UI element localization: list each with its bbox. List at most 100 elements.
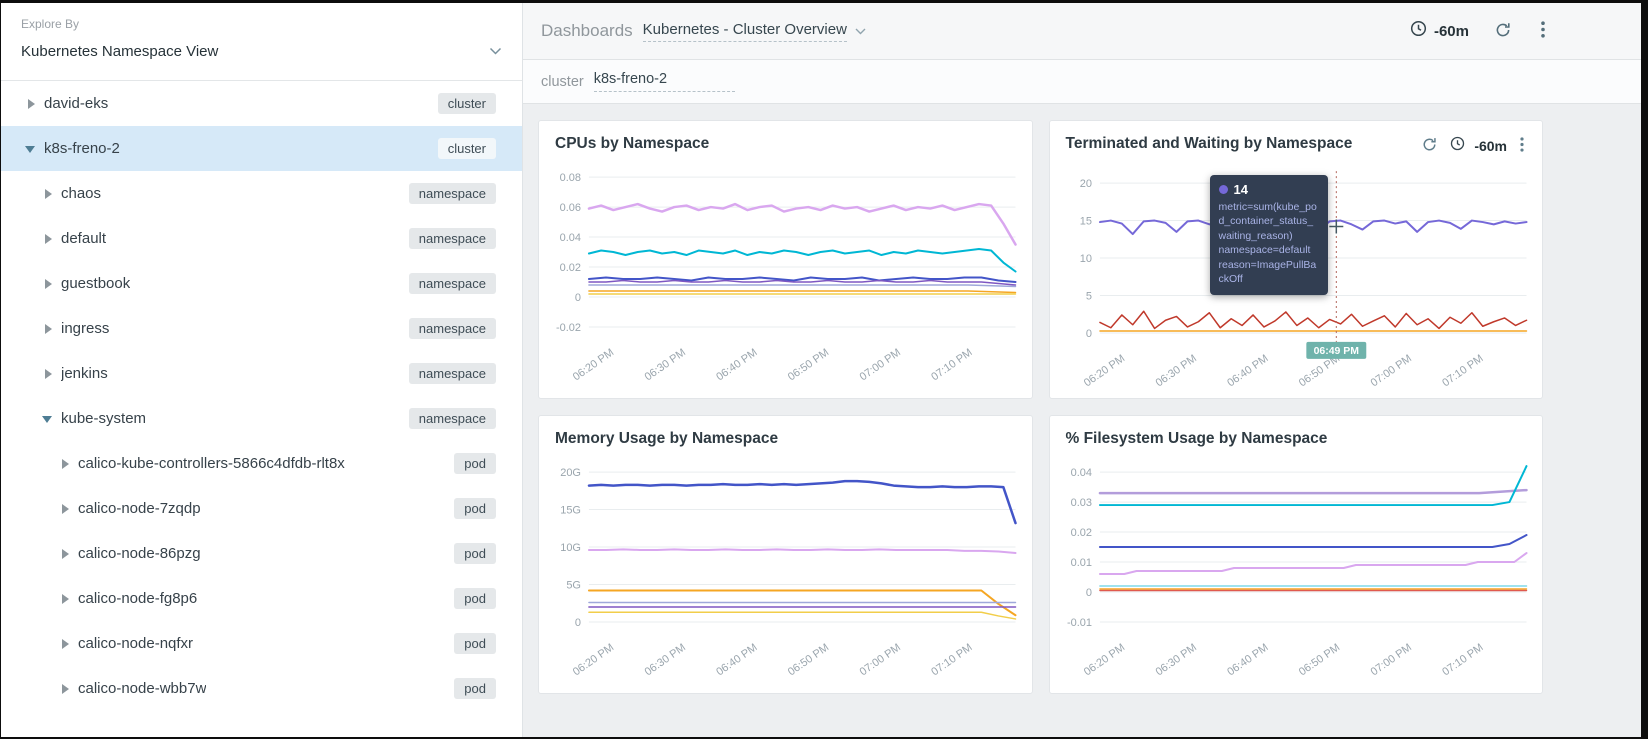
svg-text:06:30 PM: 06:30 PM: [643, 347, 688, 384]
tree-row-kube-system[interactable]: kube-systemnamespace: [1, 396, 522, 441]
svg-text:0: 0: [575, 617, 581, 629]
clock-icon: [1410, 20, 1427, 42]
tree-item-label: guestbook: [61, 275, 130, 292]
type-badge: namespace: [409, 228, 496, 249]
tree-row-ingress[interactable]: ingressnamespace: [1, 306, 522, 351]
svg-text:0.01: 0.01: [1070, 557, 1091, 569]
panel-cpus-by-namespace: CPUs by Namespace 0.080.060.040.020-0.02…: [538, 120, 1033, 399]
svg-text:06:20 PM: 06:20 PM: [571, 642, 616, 679]
svg-text:0.04: 0.04: [1070, 467, 1091, 479]
tree-item-label: calico-kube-controllers-5866c4dfdb-rlt8x: [78, 455, 345, 472]
kebab-menu-button[interactable]: [1537, 17, 1549, 45]
type-badge: cluster: [438, 93, 496, 114]
tree-row-guestbook[interactable]: guestbook namespace: [1, 261, 522, 306]
panel-title: % Filesystem Usage by Namespace: [1066, 430, 1328, 448]
tree-row-calico-kube-controllers-5866c4dfdb-rlt8x[interactable]: calico-kube-controllers-5866c4dfdb-rlt8x…: [1, 441, 522, 486]
expand-arrow-icon[interactable]: [42, 278, 54, 290]
type-badge: pod: [454, 498, 496, 519]
tree-item-label: default: [61, 230, 106, 247]
expand-arrow-icon[interactable]: [42, 368, 54, 380]
expand-arrow-icon[interactable]: [59, 638, 71, 650]
svg-text:0.02: 0.02: [560, 262, 581, 274]
tree-item-label: calico-node-nqfxr: [78, 635, 193, 652]
series-color-dot: [1219, 185, 1228, 194]
expand-arrow-icon[interactable]: [59, 683, 71, 695]
tooltip-header: 14: [1219, 182, 1319, 197]
type-badge: namespace: [409, 273, 496, 294]
svg-text:06:30 PM: 06:30 PM: [1153, 642, 1198, 679]
svg-text:15G: 15G: [560, 505, 581, 517]
type-badge: namespace: [409, 363, 496, 384]
expand-arrow-icon[interactable]: [59, 548, 71, 560]
svg-text:07:10 PM: 07:10 PM: [1440, 353, 1485, 390]
expand-arrow-icon[interactable]: [59, 458, 71, 470]
svg-text:07:00 PM: 07:00 PM: [858, 347, 903, 384]
panel-header: CPUs by Namespace: [539, 121, 1032, 153]
scope-key-label: cluster: [541, 74, 584, 90]
main-content: Dashboards Kubernetes - Cluster Overview…: [523, 3, 1641, 737]
panel-header: % Filesystem Usage by Namespace: [1050, 416, 1543, 448]
panel-header: Memory Usage by Namespace: [539, 416, 1032, 448]
svg-text:06:50 PM: 06:50 PM: [786, 642, 831, 679]
expand-arrow-icon[interactable]: [25, 98, 37, 110]
tree-row-calico-node-fg8p6[interactable]: calico-node-fg8p6pod: [1, 576, 522, 621]
svg-text:0: 0: [1085, 587, 1091, 599]
tree-row-calico-node-wbb7w[interactable]: calico-node-wbb7wpod: [1, 666, 522, 711]
view-selector[interactable]: Kubernetes Namespace View: [21, 42, 502, 60]
tree-row-calico-node-86pzg[interactable]: calico-node-86pzgpod: [1, 531, 522, 576]
panel-kebab-menu-button[interactable]: [1516, 133, 1528, 159]
chart-tooltip: 14 metric=sum(kube_pod_container_status_…: [1210, 175, 1328, 295]
tree-row-calico-node-7zqdp[interactable]: calico-node-7zqdppod: [1, 486, 522, 531]
scope-bar: cluster k8s-freno-2: [523, 60, 1641, 104]
cpus-line-chart[interactable]: 0.080.060.040.020-0.0206:20 PM06:30 PM06…: [539, 157, 1032, 385]
sidebar: Explore By Kubernetes Namespace View dav…: [1, 3, 523, 737]
panel-refresh-button[interactable]: [1418, 133, 1441, 159]
dashboard-selector[interactable]: Kubernetes - Cluster Overview: [643, 21, 866, 42]
svg-text:-0.01: -0.01: [1066, 617, 1091, 629]
tree-row-k8s-freno-2[interactable]: k8s-freno-2cluster: [1, 126, 522, 171]
type-badge: namespace: [409, 318, 496, 339]
expand-arrow-icon[interactable]: [42, 233, 54, 245]
filesystem-usage-line-chart[interactable]: 0.040.030.020.010-0.0106:20 PM06:30 PM06…: [1050, 452, 1543, 680]
expand-arrow-icon[interactable]: [59, 503, 71, 515]
refresh-icon: [1422, 137, 1437, 155]
tree-row-david-eks[interactable]: david-ekscluster: [1, 81, 522, 126]
tree-item-label: k8s-freno-2: [44, 140, 120, 157]
tree-item-label: calico-node-86pzg: [78, 545, 201, 562]
expand-arrow-icon[interactable]: [59, 593, 71, 605]
svg-text:06:30 PM: 06:30 PM: [643, 642, 688, 679]
type-badge: pod: [454, 588, 496, 609]
explore-by-label: Explore By: [21, 17, 502, 31]
dashboards-label: Dashboards: [541, 21, 633, 41]
expand-arrow-icon[interactable]: [42, 188, 54, 200]
svg-text:-0.02: -0.02: [556, 322, 581, 334]
tree-row-chaos[interactable]: chaosnamespace: [1, 171, 522, 216]
tree-row-calico-node-nqfxr[interactable]: calico-node-nqfxrpod: [1, 621, 522, 666]
svg-text:06:20 PM: 06:20 PM: [1081, 642, 1126, 679]
tree-row-default[interactable]: default namespace: [1, 216, 522, 261]
collapse-arrow-icon[interactable]: [42, 413, 54, 425]
panel-time-range-value[interactable]: -60m: [1474, 138, 1507, 154]
svg-text:06:40 PM: 06:40 PM: [714, 347, 759, 384]
svg-text:0.08: 0.08: [560, 172, 581, 184]
type-badge: namespace: [409, 183, 496, 204]
tree-row-jenkins[interactable]: jenkins namespace: [1, 351, 522, 396]
kebab-icon: [1541, 21, 1545, 41]
collapse-arrow-icon[interactable]: [25, 143, 37, 155]
tree-item-label: jenkins: [61, 365, 108, 382]
time-range-control[interactable]: -60m: [1410, 20, 1469, 42]
svg-text:07:10 PM: 07:10 PM: [929, 347, 974, 384]
panel-title: Memory Usage by Namespace: [555, 430, 778, 448]
memory-usage-line-chart[interactable]: 20G15G10G5G006:20 PM06:30 PM06:40 PM06:5…: [539, 452, 1032, 680]
panel-header: Terminated and Waiting by Namespace -60m: [1050, 121, 1543, 159]
expand-arrow-icon[interactable]: [42, 323, 54, 335]
svg-text:06:20 PM: 06:20 PM: [571, 347, 616, 384]
dashboard-header: Dashboards Kubernetes - Cluster Overview…: [523, 3, 1641, 60]
svg-text:06:40 PM: 06:40 PM: [714, 642, 759, 679]
svg-text:07:00 PM: 07:00 PM: [1368, 353, 1413, 390]
kebab-icon: [1520, 137, 1524, 155]
chevron-down-icon: [489, 42, 502, 60]
scope-value[interactable]: k8s-freno-2: [594, 71, 735, 92]
panel-filesystem-usage: % Filesystem Usage by Namespace 0.040.03…: [1049, 415, 1544, 694]
refresh-button[interactable]: [1491, 18, 1515, 45]
